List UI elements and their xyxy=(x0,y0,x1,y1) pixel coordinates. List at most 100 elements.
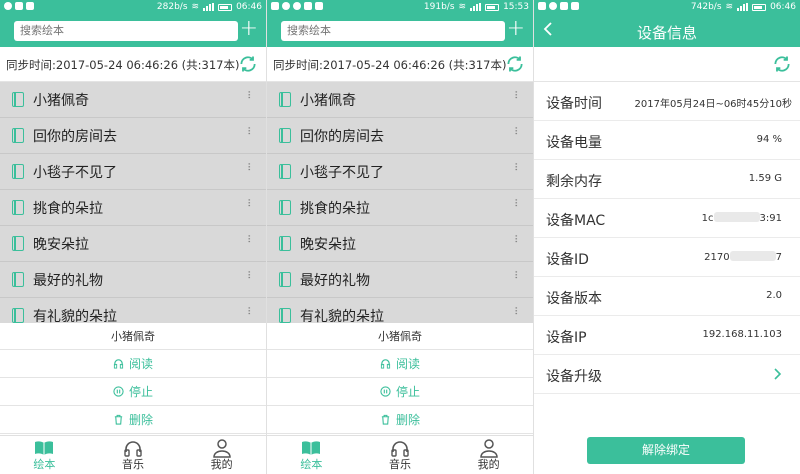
network-speed: 191b/s xyxy=(423,2,455,12)
more-icon[interactable]: ··· xyxy=(509,126,523,134)
more-icon[interactable]: ··· xyxy=(242,234,256,242)
open-book-icon xyxy=(302,441,321,455)
list-item[interactable]: 回你的房间去 ··· xyxy=(267,118,533,154)
more-icon[interactable]: ··· xyxy=(242,90,256,98)
book-title: 最好的礼物 xyxy=(300,273,370,289)
list-item[interactable]: 小猪佩奇 ··· xyxy=(267,82,533,118)
info-row-device-time: 设备时间 2017年05月24日~06时45分10秒 xyxy=(534,82,800,121)
delete-button[interactable]: 删除 xyxy=(267,406,533,434)
more-icon[interactable]: ··· xyxy=(509,198,523,206)
info-value: 94 % xyxy=(756,134,782,145)
more-icon[interactable]: ··· xyxy=(242,162,256,170)
more-icon[interactable]: ··· xyxy=(242,306,256,314)
refresh-icon[interactable] xyxy=(772,54,792,74)
refresh-icon[interactable] xyxy=(505,54,525,74)
list-item[interactable]: 最好的礼物 ··· xyxy=(0,262,266,298)
info-label: 设备版本 xyxy=(546,291,602,307)
read-button[interactable]: 阅读 xyxy=(0,350,266,378)
tab-mine[interactable]: 我的 xyxy=(444,436,533,474)
info-label: 设备电量 xyxy=(546,135,602,151)
search-input[interactable] xyxy=(281,21,505,41)
open-book-icon xyxy=(35,441,54,455)
stop-button[interactable]: 停止 xyxy=(267,378,533,406)
info-value: 1c 3:91 xyxy=(702,212,782,224)
id-prefix: 2170 xyxy=(704,252,730,263)
book-icon xyxy=(279,164,291,179)
headphones-icon xyxy=(124,441,142,457)
more-icon[interactable]: ··· xyxy=(509,162,523,170)
tab-music[interactable]: 音乐 xyxy=(89,436,178,474)
wifi-icon: ≋ xyxy=(191,2,200,12)
stop-button[interactable]: 停止 xyxy=(0,378,266,406)
more-icon[interactable]: ··· xyxy=(509,90,523,98)
read-button[interactable]: 阅读 xyxy=(267,350,533,378)
refresh-icon[interactable] xyxy=(238,54,258,74)
info-label: 设备IP xyxy=(546,330,587,346)
more-icon[interactable]: ··· xyxy=(242,198,256,206)
delete-label: 删除 xyxy=(395,413,420,427)
tab-mine[interactable]: 我的 xyxy=(177,436,266,474)
tab-picture-books[interactable]: 绘本 xyxy=(267,436,356,474)
id-suffix: 7 xyxy=(775,252,782,263)
book-title: 晚安朵拉 xyxy=(300,237,356,253)
book-title: 小猪佩奇 xyxy=(300,93,356,109)
book-title: 回你的房间去 xyxy=(300,129,384,145)
more-icon[interactable]: ··· xyxy=(242,270,256,278)
more-icon[interactable]: ··· xyxy=(509,306,523,314)
list-item[interactable]: 挑食的朵拉 ··· xyxy=(267,190,533,226)
book-title: 最好的礼物 xyxy=(33,273,103,289)
book-icon xyxy=(12,164,24,179)
page-title: 设备信息 xyxy=(636,24,697,42)
info-row-mac: 设备MAC 1c 3:91 xyxy=(534,199,800,238)
search-input[interactable] xyxy=(14,21,238,41)
notification-icon xyxy=(271,2,279,10)
info-row-battery: 设备电量 94 % xyxy=(534,121,800,160)
delete-button[interactable]: 删除 xyxy=(0,406,266,434)
book-title: 晚安朵拉 xyxy=(33,237,89,253)
add-button[interactable]: + xyxy=(507,17,525,41)
list-item[interactable]: 小毯子不见了 ··· xyxy=(267,154,533,190)
wifi-icon: ≋ xyxy=(725,2,734,12)
stop-label: 停止 xyxy=(128,385,153,399)
list-item[interactable]: 晚安朵拉 ··· xyxy=(0,226,266,262)
tab-label: 我的 xyxy=(210,458,233,471)
notification-icon xyxy=(4,2,12,10)
notification-icon xyxy=(282,2,290,10)
mac-prefix: 1c xyxy=(701,213,714,224)
action-sheet: 小猪佩奇 阅读 停止 删除 xyxy=(267,323,533,435)
book-title: 小毯子不见了 xyxy=(33,165,117,181)
battery-icon xyxy=(485,3,500,11)
headphones-icon xyxy=(380,359,391,369)
tab-label: 我的 xyxy=(477,458,500,471)
list-item[interactable]: 晚安朵拉 ··· xyxy=(267,226,533,262)
wifi-icon: ≋ xyxy=(458,2,467,12)
info-row-ip: 设备IP 192.168.11.103 xyxy=(534,316,800,355)
list-item[interactable]: 有礼貌的朵拉 ··· xyxy=(267,298,533,323)
list-item[interactable]: 最好的礼物 ··· xyxy=(267,262,533,298)
tab-label: 音乐 xyxy=(122,458,144,471)
more-icon[interactable]: ··· xyxy=(242,126,256,134)
redacted-value xyxy=(713,212,760,222)
action-sheet-title: 小猪佩奇 xyxy=(267,323,533,350)
list-item[interactable]: 小毯子不见了 ··· xyxy=(0,154,266,190)
signal-icon xyxy=(203,3,215,11)
mac-suffix: 3:91 xyxy=(759,213,782,224)
more-icon[interactable]: ··· xyxy=(509,234,523,242)
book-list-screen-1: 282b/s ≋ 06:46 + 同步时间:2017-05-24 06:46:2… xyxy=(0,0,266,474)
list-item[interactable]: 挑食的朵拉 ··· xyxy=(0,190,266,226)
book-icon xyxy=(12,128,24,143)
unbind-button[interactable]: 解除绑定 xyxy=(587,437,745,464)
info-row-upgrade[interactable]: 设备升级 xyxy=(534,355,800,394)
tab-picture-books[interactable]: 绘本 xyxy=(0,436,89,474)
book-icon xyxy=(279,272,291,287)
header: + xyxy=(267,14,533,47)
add-button[interactable]: + xyxy=(240,17,258,41)
tab-music[interactable]: 音乐 xyxy=(356,436,445,474)
book-title: 有礼貌的朵拉 xyxy=(300,309,384,323)
list-item[interactable]: 有礼貌的朵拉 ··· xyxy=(0,298,266,323)
info-row-device-id: 设备ID 2170 7 xyxy=(534,238,800,277)
more-icon[interactable]: ··· xyxy=(509,270,523,278)
list-item[interactable]: 小猪佩奇 ··· xyxy=(0,82,266,118)
signal-icon xyxy=(737,3,749,11)
list-item[interactable]: 回你的房间去 ··· xyxy=(0,118,266,154)
